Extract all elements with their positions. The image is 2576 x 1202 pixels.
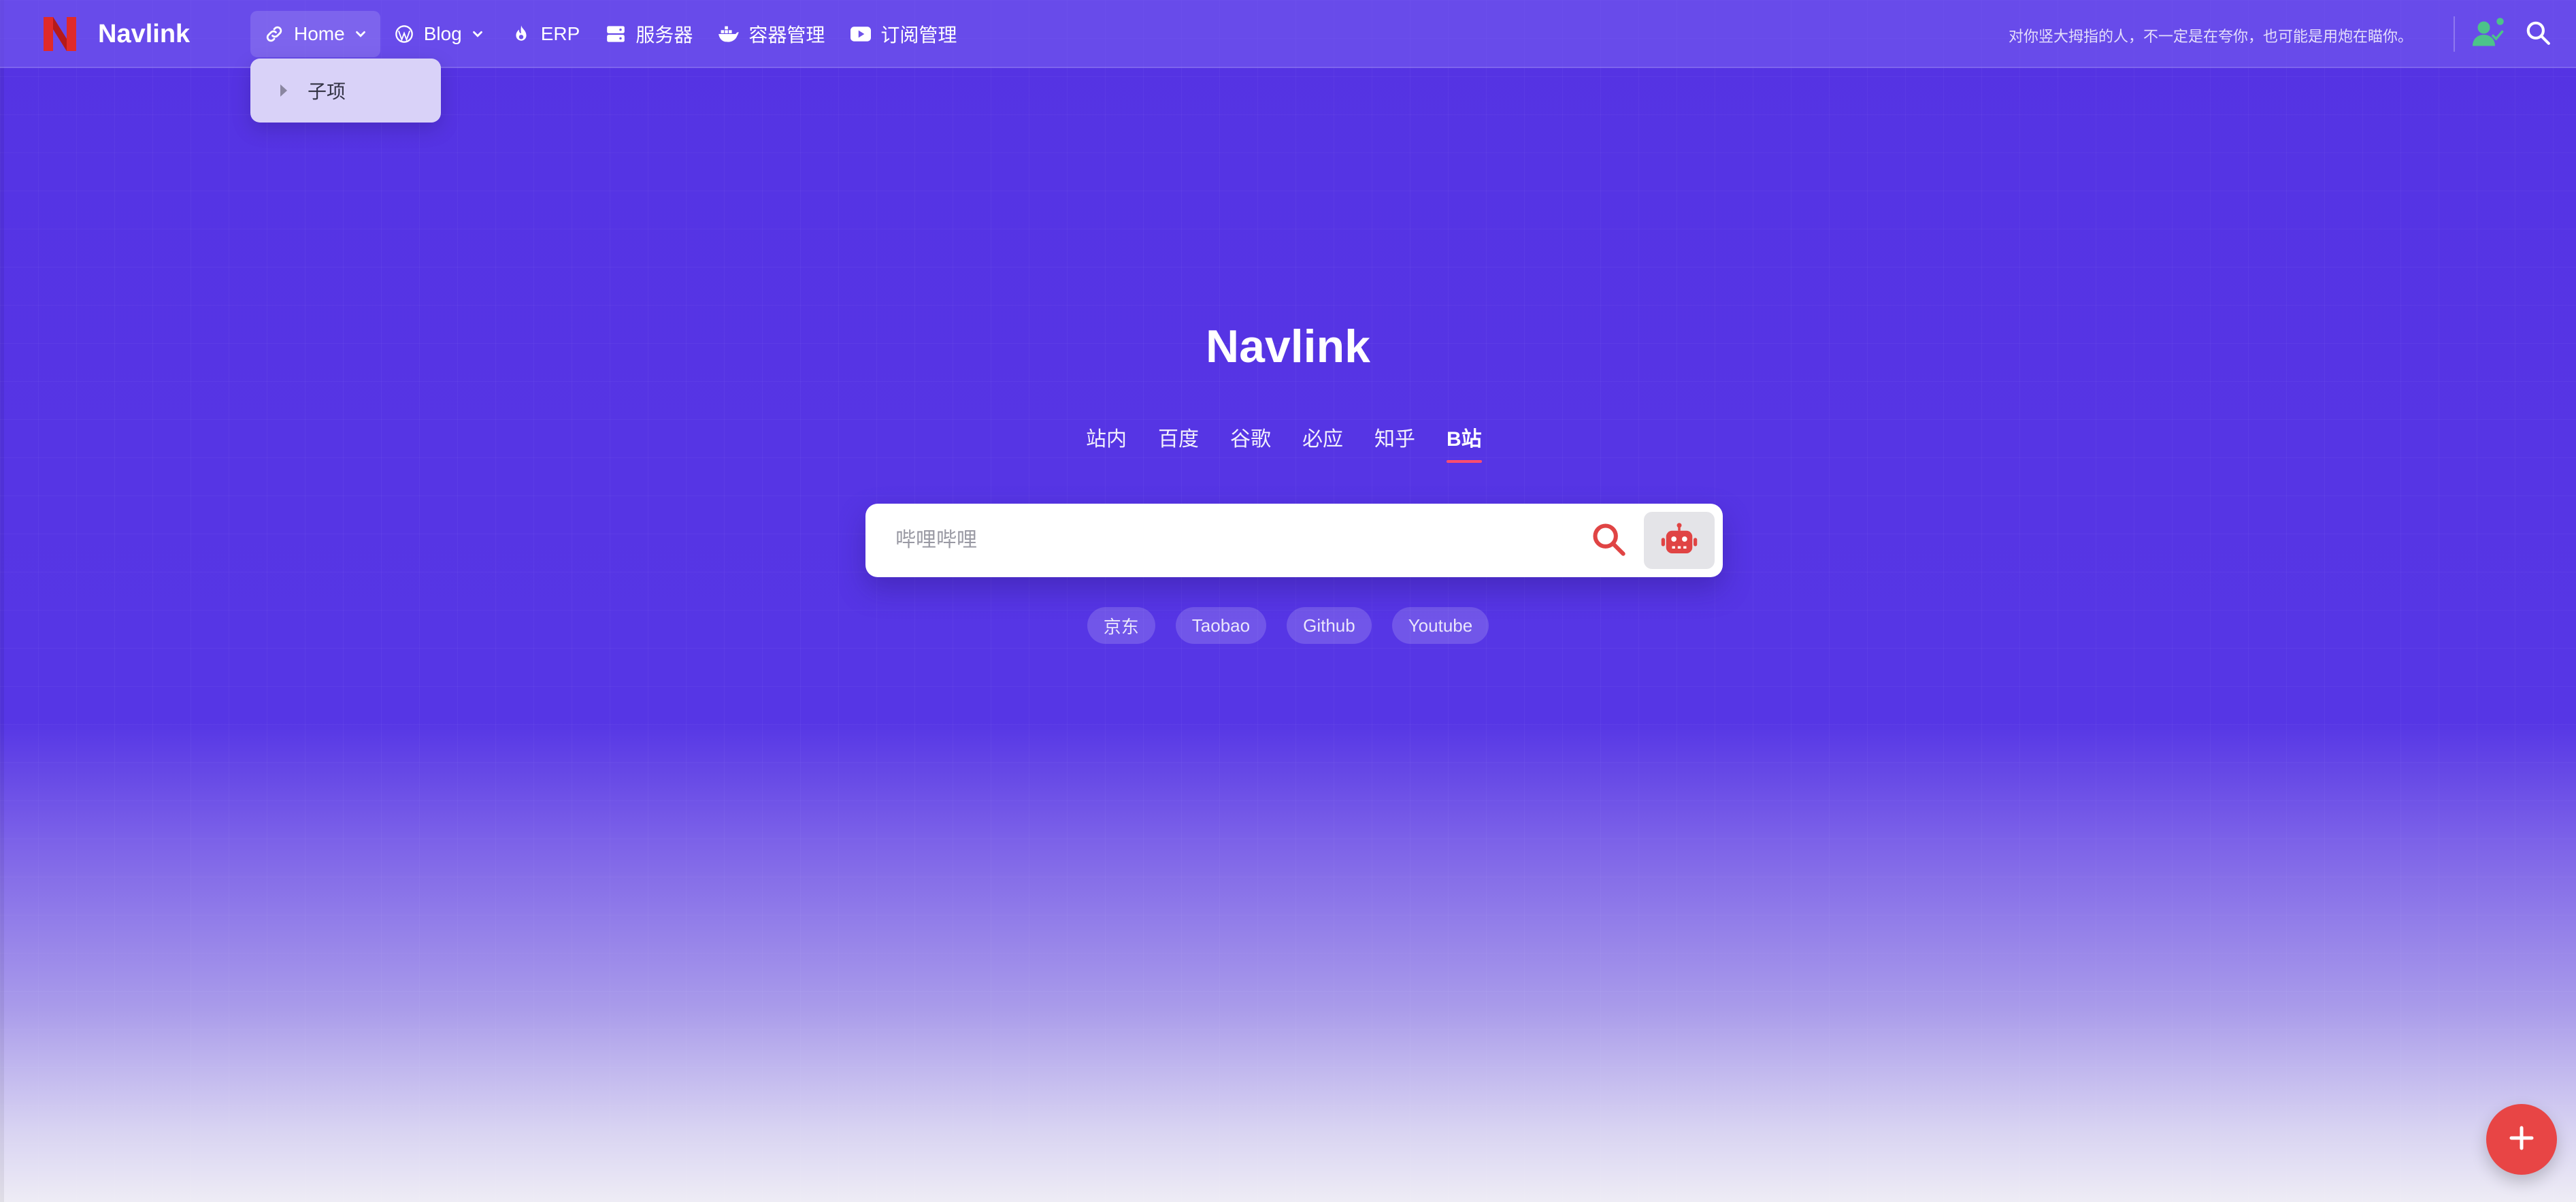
tab-zhihu[interactable]: 知乎 xyxy=(1374,422,1415,463)
chevron-down-icon xyxy=(353,27,368,42)
search-submit-button[interactable] xyxy=(1587,519,1630,562)
menu-item-erp[interactable]: ERP xyxy=(497,11,593,57)
server-icon xyxy=(604,22,627,46)
menu-item-blog[interactable]: Blog xyxy=(380,11,497,57)
menu-item-subscription[interactable]: 订阅管理 xyxy=(837,11,969,57)
tab-baidu[interactable]: 百度 xyxy=(1158,422,1199,463)
user-check-icon xyxy=(2473,17,2505,52)
tab-bilibili[interactable]: B站 xyxy=(1447,422,1482,463)
quick-link-jd[interactable]: 京东 xyxy=(1087,607,1155,644)
menu-item-label: 订阅管理 xyxy=(880,25,957,46)
chevron-down-icon xyxy=(470,27,485,42)
link-icon xyxy=(263,22,286,46)
search-icon xyxy=(1591,521,1626,560)
header-motto: 对你竖大拇指的人，不一定是在夸你，也可能是用炮在瞄你。 xyxy=(2008,28,2413,45)
search-icon xyxy=(2525,20,2551,49)
tab-google[interactable]: 谷歌 xyxy=(1230,422,1271,463)
quick-link-github[interactable]: Github xyxy=(1287,607,1372,644)
menu-item-label: Home xyxy=(294,23,345,44)
search-engine-tabs: 站内 百度 谷歌 必应 知乎 B站 xyxy=(1086,422,1513,463)
tab-bing[interactable]: 必应 xyxy=(1302,422,1343,463)
menu-item-label: 容器管理 xyxy=(748,25,825,46)
menu-item-docker[interactable]: 容器管理 xyxy=(705,11,837,57)
nav-divider xyxy=(2454,16,2455,52)
user-button[interactable] xyxy=(2470,15,2508,53)
search-box xyxy=(865,504,1723,577)
main-menu: Home Blog ERP 服务器 容器管理 订阅管理 xyxy=(250,11,969,57)
wordpress-icon xyxy=(393,22,416,46)
brand-name: Navlink xyxy=(98,19,191,48)
brand[interactable]: Navlink xyxy=(39,16,190,52)
youtube-icon xyxy=(849,22,872,46)
home-dropdown: 子项 xyxy=(250,59,441,123)
quick-link-youtube[interactable]: Youtube xyxy=(1391,607,1489,644)
top-navbar: Navlink Home Blog ERP 服务器 容器管理 订阅管理 对你竖大… xyxy=(0,0,2576,68)
menu-item-label: Blog xyxy=(423,23,462,44)
menu-item-home[interactable]: Home xyxy=(250,11,380,57)
menu-item-label: 服务器 xyxy=(635,25,693,46)
quick-links: 京东 Taobao Github Youtube xyxy=(0,607,2576,644)
menu-item-server[interactable]: 服务器 xyxy=(592,11,705,57)
quick-link-taobao[interactable]: Taobao xyxy=(1175,607,1267,644)
caret-right-icon xyxy=(280,84,287,97)
background-grid xyxy=(0,0,2576,1202)
fire-icon xyxy=(510,22,533,46)
tab-site[interactable]: 站内 xyxy=(1086,422,1127,463)
docker-icon xyxy=(717,22,740,46)
hero-title: Navlink xyxy=(1206,321,1370,372)
header-search-button[interactable] xyxy=(2520,16,2556,52)
ai-search-button[interactable] xyxy=(1644,512,1715,569)
n-logo-icon xyxy=(39,16,80,52)
menu-item-label: ERP xyxy=(540,23,580,44)
robot-icon xyxy=(1660,522,1698,559)
left-edge-shadow xyxy=(0,0,4,1202)
plus-icon xyxy=(2508,1124,2535,1155)
add-fab-button[interactable] xyxy=(2486,1104,2557,1175)
dropdown-item-sub[interactable]: 子项 xyxy=(308,77,346,104)
search-input[interactable] xyxy=(895,504,1576,577)
